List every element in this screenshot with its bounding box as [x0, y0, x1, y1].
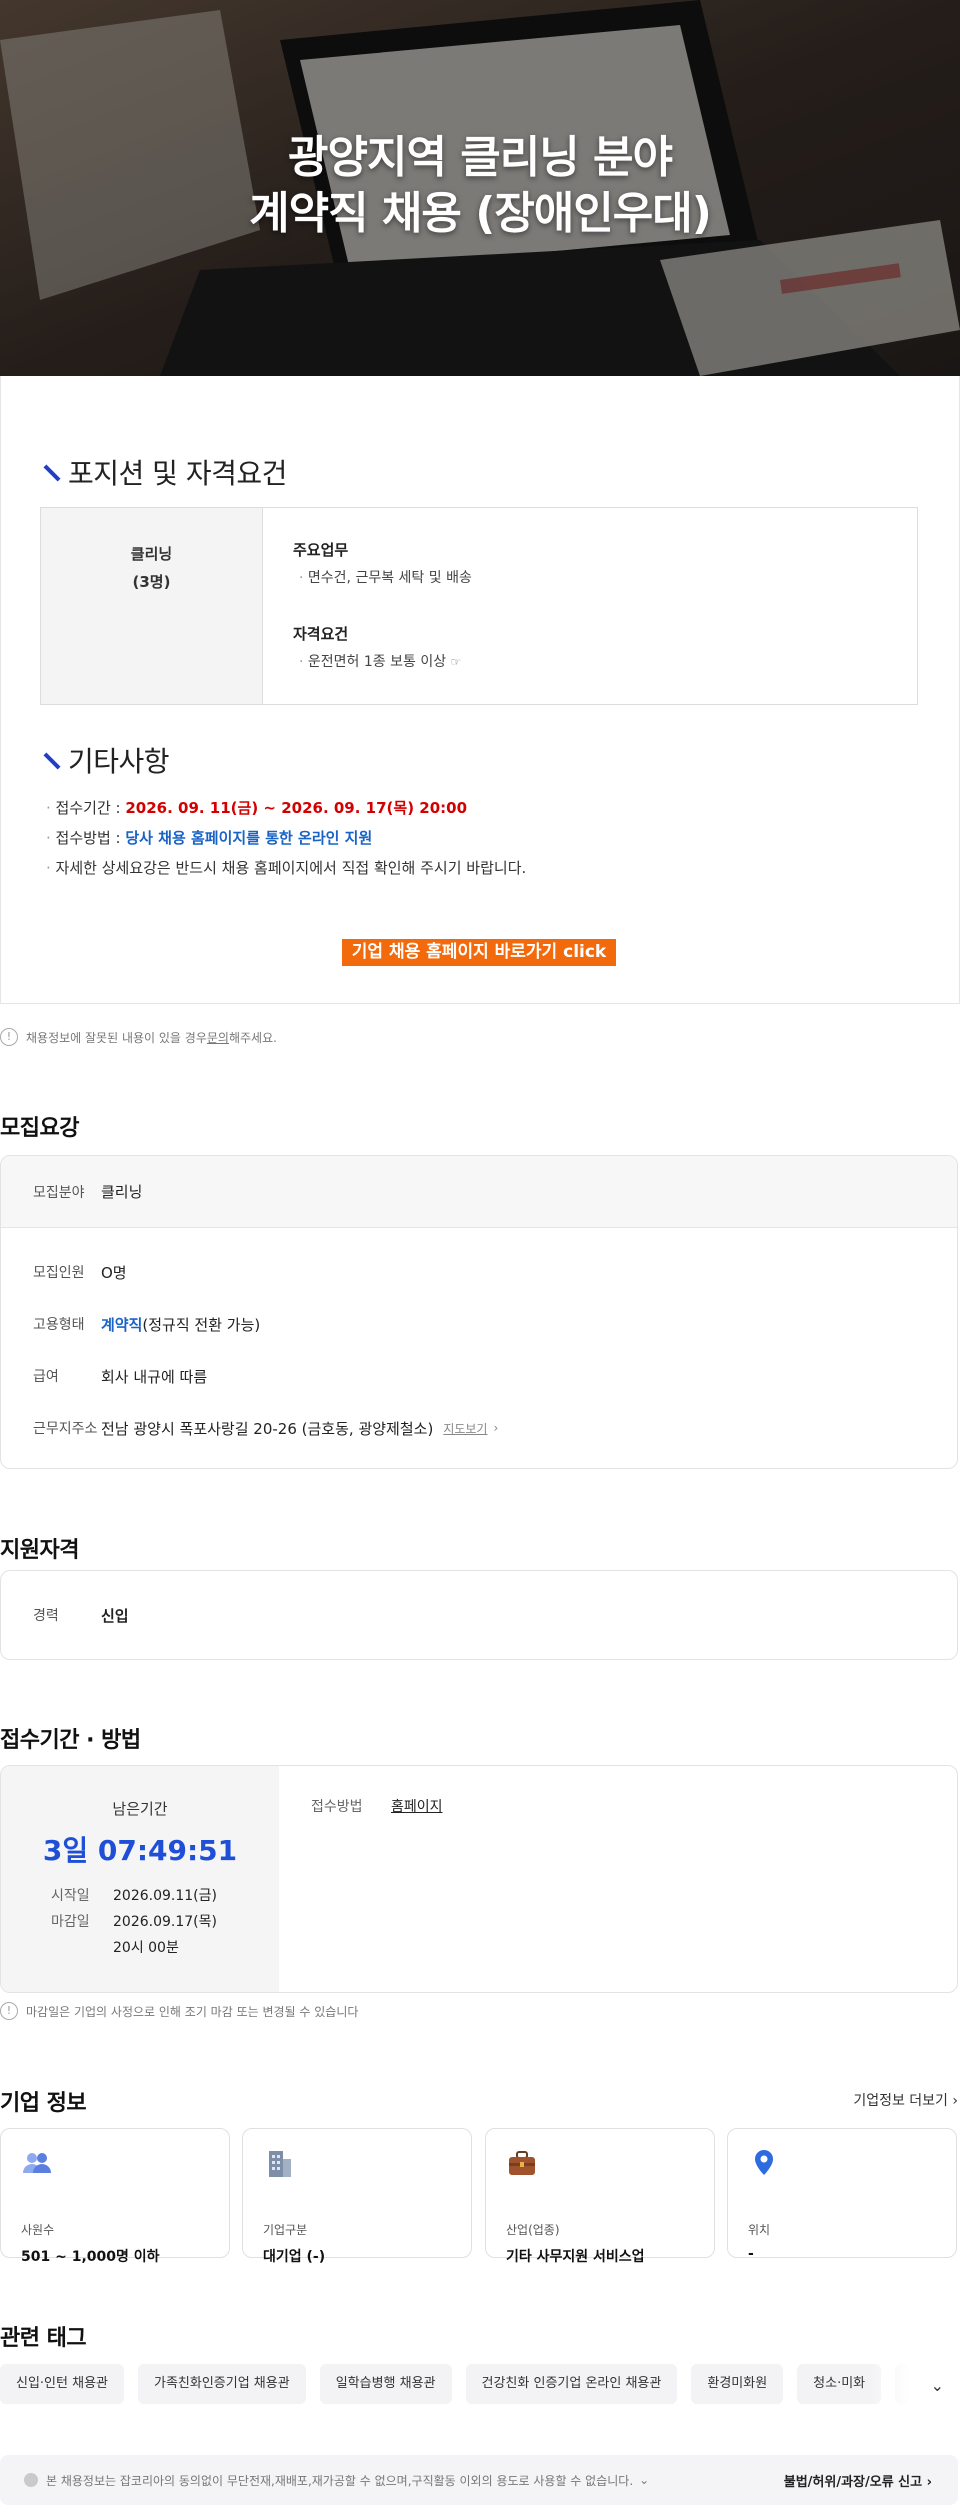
recruit-row-address: 근무지주소 전남 광양시 폭포사랑길 20-26 (금호동, 광양제철소) 지도…: [33, 1419, 499, 1438]
end-date: 2026.09.17(목): [113, 1914, 217, 1930]
company-card-employees: 사원수 501 ~ 1,000명 이하: [0, 2128, 230, 2265]
recruit-row-count: 모집인원 O명: [33, 1263, 127, 1282]
tags-heading: 관련 태그: [0, 2326, 87, 2351]
notice-report: ! 채용정보에 잘못된 내용이 있을 경우 문의 해주세요.: [0, 1028, 277, 1046]
info-icon: !: [0, 1028, 18, 1046]
cursor-icon: ☞: [450, 655, 462, 669]
recruit-row-field: 모집분야 클리닝: [1, 1156, 957, 1228]
notice-deadline: ! 마감일은 기업의 사정으로 인해 조기 마감 또는 변경될 수 있습니다: [0, 2002, 358, 2020]
hero-title: 광양지역 클리닝 분야 계약직 채용 (장애인우대): [0, 130, 960, 242]
etc-heading: 기타사항: [40, 740, 170, 780]
company-card-type: 기업구분 대기업 (-): [242, 2128, 472, 2265]
period-left: 남은기간 3일 07:49:51 시작일 2026.09.11(금) 마감일 202…: [1, 1766, 279, 1992]
report-button[interactable]: 불법/허위/과장/오류 신고 ›: [784, 2471, 932, 2490]
position-field-cell: 클리닝 (3명): [41, 508, 263, 704]
hero-title-line1: 광양지역 클리닝 분야: [288, 132, 673, 183]
recruit-row-type: 고용형태 계약직(정규직 전환 가능): [33, 1315, 261, 1334]
position-table: 클리닝 (3명) 주요업무 면수건, 근무복 세탁 및 배송 자격요건 운전면허…: [40, 507, 918, 705]
inquiry-link[interactable]: 문의: [207, 1029, 229, 1046]
hero-banner: 광양지역 클리닝 분야 계약직 채용 (장애인우대): [0, 0, 960, 376]
slash-icon: [40, 750, 60, 770]
position-field: 클리닝: [130, 545, 173, 563]
building-icon: [269, 2151, 291, 2177]
remain-label: 남은기간: [112, 1800, 168, 1818]
qual-text: 운전면허 1종 보통 이상 ☞: [293, 648, 472, 676]
tag-item[interactable]: 신입·인턴 채용관: [0, 2364, 124, 2404]
apply-heading: 지원자격: [0, 1538, 79, 1563]
hero-title-line2: 계약직 채용 (장애인우대): [249, 188, 712, 239]
company-card-industry: 산업(업종) 기타 사무지원 서비스업: [485, 2128, 715, 2265]
position-detail-cell: 주요업무 면수건, 근무복 세탁 및 배송 자격요건 운전면허 1종 보통 이상…: [263, 508, 502, 704]
apply-card: 경력 신입: [0, 1570, 958, 1660]
location-pin-icon: [755, 2150, 773, 2175]
map-link[interactable]: 지도보기: [443, 1420, 487, 1437]
tag-item[interactable]: 가족친화인증기업 채용관: [138, 2364, 306, 2404]
tags-fade: [870, 2364, 960, 2404]
apply-row-career: 경력 신입: [33, 1606, 129, 1625]
etc-detail: · 자세한 상세요강은 반드시 채용 홈페이지에서 직접 확인해 주시기 바랍니…: [46, 859, 527, 877]
recruit-card: 모집분야 클리닝 모집인원 O명 고용형태 계약직(정규직 전환 가능) 급여 …: [0, 1155, 958, 1469]
tag-item[interactable]: 건강친화 인증기업 온라인 채용관: [465, 2364, 678, 2404]
position-heading: 포지션 및 자격요건: [40, 452, 287, 492]
period-card: 남은기간 3일 07:49:51 시작일 2026.09.11(금) 마감일 202…: [0, 1765, 958, 1993]
info-dot-icon: [24, 2473, 38, 2487]
copyright-bar: 본 채용정보는 잡코리아의 동의없이 무단전재,재배포,재가공할 수 없으며,구…: [0, 2455, 958, 2505]
company-more-link[interactable]: 기업정보 더보기 ›: [853, 2090, 958, 2110]
period-right: 접수방법 홈페이지: [311, 1799, 443, 1815]
homepage-link[interactable]: 홈페이지: [391, 1799, 443, 1815]
chevron-down-icon[interactable]: ⌄: [639, 2473, 649, 2487]
start-date: 2026.09.11(금): [113, 1888, 217, 1904]
people-icon: [23, 2153, 51, 2173]
remain-countdown: 3일 07:49:51: [42, 1834, 238, 1867]
tag-item[interactable]: 일학습병행 채용관: [319, 2364, 452, 2404]
duty-label: 주요업무: [293, 541, 349, 559]
recruit-heading: 모집요강: [0, 1116, 79, 1141]
info-icon: !: [0, 2002, 18, 2020]
chevron-down-icon[interactable]: ⌄: [931, 2376, 944, 2395]
company-heading: 기업 정보: [0, 2091, 87, 2116]
position-count: (3명): [132, 573, 171, 591]
company-card-location: 위치 -: [727, 2128, 957, 2262]
tag-list: 신입·인턴 채용관 가족친화인증기업 채용관 일학습병행 채용관 건강친화 인증…: [0, 2364, 960, 2404]
etc-period: · 접수기간 : 2026. 09. 11(금) ~ 2026. 09. 17(…: [46, 799, 468, 817]
end-time: 20시 00분: [113, 1940, 179, 1956]
period-heading: 접수기간 · 방법: [0, 1728, 141, 1753]
chevron-right-icon: ›: [493, 1421, 499, 1435]
company-homepage-button[interactable]: 기업 채용 홈페이지 바로가기 click: [342, 939, 616, 966]
recruit-row-pay: 급여 회사 내규에 따름: [33, 1367, 208, 1386]
slash-icon: [40, 462, 60, 482]
qual-label: 자격요건: [293, 625, 349, 643]
duty-text: 면수건, 근무복 세탁 및 배송: [293, 564, 472, 592]
tag-item[interactable]: 청소·미화: [797, 2364, 882, 2404]
briefcase-icon: [509, 2151, 535, 2175]
etc-list: · 접수기간 : 2026. 09. 11(금) ~ 2026. 09. 17(…: [46, 793, 526, 883]
tag-item[interactable]: 환경미화원: [691, 2364, 784, 2404]
etc-method: · 접수방법 : 당사 채용 홈페이지를 통한 온라인 지원: [46, 829, 373, 847]
